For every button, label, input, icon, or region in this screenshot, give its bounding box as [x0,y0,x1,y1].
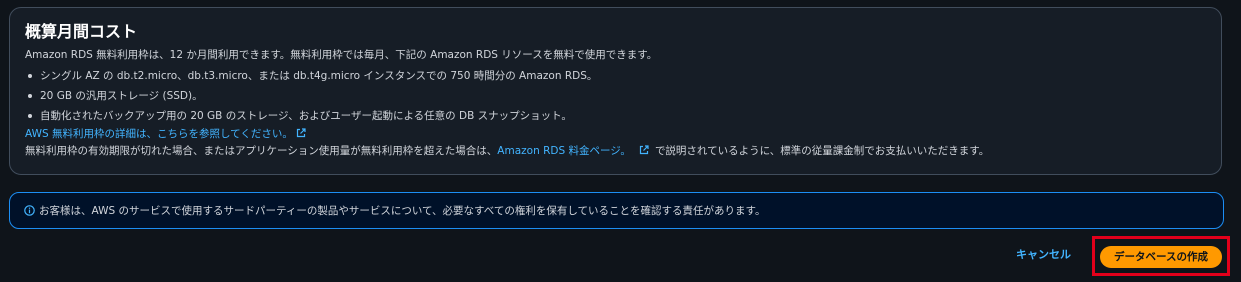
external-link-icon[interactable] [296,128,306,138]
free-tier-details-link[interactable]: AWS 無料利用枠の詳細は、こちらを参照してください。 [25,128,293,140]
bullet-item-backup: 自動化されたバックアップ用の 20 GB のストレージ、およびユーザー起動による… [40,110,572,122]
cancel-button[interactable]: キャンセル [1016,248,1071,262]
cost-estimate-panel: 概算月間コスト Amazon RDS 無料利用枠は、12 か月間利用できます。無… [9,7,1222,175]
info-alert-text: お客様は、AWS のサービスで使用するサードパーティーの製品やサービスについて、… [39,205,766,217]
bullet-dot [28,94,32,98]
cost-title: 概算月間コスト [25,22,138,41]
external-link-icon[interactable] [639,145,649,155]
info-alert: お客様は、AWS のサービスで使用するサードパーティーの製品やサービスについて、… [9,192,1224,229]
bullet-dot [28,114,32,118]
expiry-note-prefix: 無料利用枠の有効期限が切れた場合、またはアプリケーション使用量が無料利用枠を超え… [25,145,498,157]
bullet-item-storage: 20 GB の汎用ストレージ (SSD)。 [40,90,203,102]
expiry-note-suffix: で説明されているように、標準の従量課金制でお支払いいただきます。 [654,145,990,157]
pricing-page-link[interactable]: Amazon RDS 料金ページ。 [497,145,631,157]
create-database-button[interactable]: データベースの作成 [1100,246,1222,268]
info-icon [24,205,35,216]
free-tier-intro: Amazon RDS 無料利用枠は、12 か月間利用できます。無料利用枠では毎月… [25,49,658,61]
free-tier-details-row: AWS 無料利用枠の詳細は、こちらを参照してください。 [25,127,306,141]
bullet-dot [28,74,32,78]
expiry-note: 無料利用枠の有効期限が切れた場合、またはアプリケーション使用量が無料利用枠を超え… [25,144,989,158]
create-button-highlight: データベースの作成 [1092,236,1230,276]
bullet-item-instances: シングル AZ の db.t2.micro、db.t3.micro、または db… [40,70,598,82]
